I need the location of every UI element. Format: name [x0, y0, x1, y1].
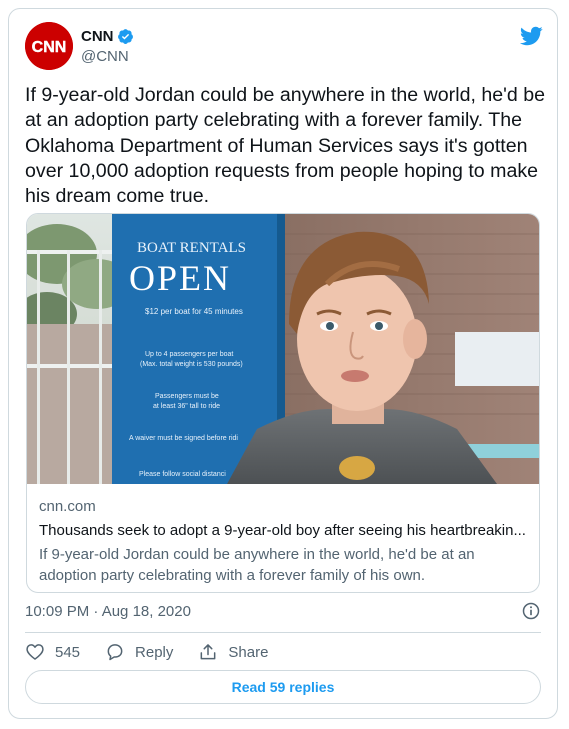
card-meta: cnn.com Thousands seek to adopt a 9-year… [39, 496, 529, 586]
sign-line-8: A waiver must be signed before ridi [129, 435, 238, 442]
info-icon[interactable] [521, 601, 541, 621]
sign-line-1: BOAT RENTALS [137, 240, 246, 256]
share-label: Share [228, 643, 269, 661]
reply-button[interactable]: Reply [105, 642, 173, 662]
card-domain: cnn.com [39, 498, 96, 515]
divider [25, 632, 541, 633]
link-card[interactable]: BOAT RENTALS OPEN $12 per boat for 45 mi… [26, 213, 540, 593]
sign-line-9: Please follow social distanci [139, 471, 226, 478]
reply-icon [107, 644, 123, 661]
tweet-header: CNN CNN @CNN [25, 22, 543, 72]
like-count: 545 [55, 643, 81, 661]
card-photo: BOAT RENTALS OPEN $12 per boat for 45 mi… [27, 214, 539, 484]
timestamp-row: 10:09 PM · Aug 18, 2020 [25, 600, 541, 622]
tweet-timestamp[interactable]: 10:09 PM · Aug 18, 2020 [25, 603, 191, 620]
read-replies-button[interactable]: Read 59 replies [25, 670, 541, 704]
tweet-text: If 9-year-old Jordan could be anywhere i… [25, 84, 546, 208]
sign-line-5: (Max. total weight is 530 pounds) [140, 361, 243, 368]
cnn-logo-icon: CNN [25, 22, 73, 70]
sign-line-4: Up to 4 passengers per boat [145, 351, 233, 358]
avatar[interactable]: CNN [25, 22, 73, 70]
sign-line-3: $12 per boat for 45 minutes [145, 307, 243, 316]
twitter-bird-icon[interactable] [519, 24, 543, 48]
like-button[interactable]: 545 [25, 642, 80, 662]
name-row: CNN [81, 26, 134, 46]
card-description: If 9-year-old Jordan could be anywhere i… [39, 546, 475, 584]
reply-label: Reply [135, 643, 174, 661]
share-icon [200, 644, 216, 660]
card-title[interactable]: Thousands seek to adopt a 9-year-old boy… [39, 520, 529, 542]
card-image[interactable]: BOAT RENTALS OPEN $12 per boat for 45 mi… [27, 214, 539, 484]
heart-icon [26, 644, 44, 660]
author-name[interactable]: CNN [81, 28, 114, 45]
tweet-card[interactable]: CNN CNN @CNN If 9-year-old Jordan could … [8, 8, 558, 719]
sign-line-2: OPEN [129, 258, 231, 298]
verified-badge-icon [117, 28, 133, 44]
sign-line-6: Passengers must be [155, 393, 219, 400]
sign-line-7: at least 36" tall to ride [153, 403, 220, 410]
share-button[interactable]: Share [198, 642, 268, 662]
author-handle[interactable]: @CNN [81, 48, 134, 65]
avatar-text: CNN [32, 39, 67, 56]
author-block[interactable]: CNN @CNN [81, 26, 134, 65]
action-bar: 545 Reply Share [25, 641, 293, 663]
